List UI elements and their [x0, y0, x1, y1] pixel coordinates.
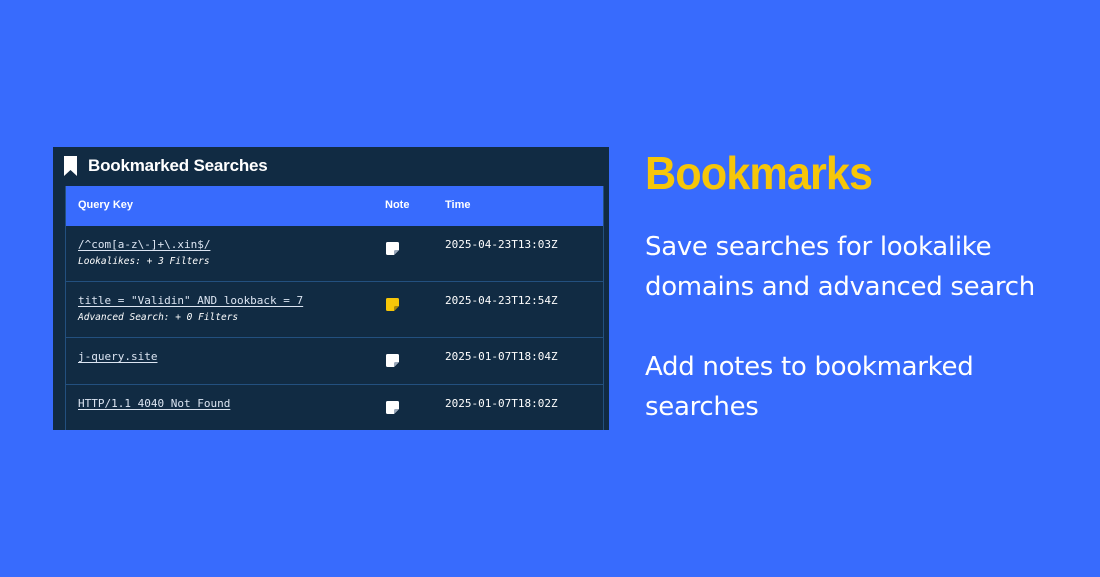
query-link[interactable]: /^com[a-z\-]+\.xin$/: [78, 238, 210, 251]
query-cell: title = "Validin" AND lookback = 7 Advan…: [78, 294, 303, 323]
time-cell: 2025-01-07T18:04Z: [445, 350, 558, 363]
table-row: title = "Validin" AND lookback = 7 Advan…: [66, 281, 603, 337]
panel-header: Bookmarked Searches: [53, 147, 609, 185]
note-icon[interactable]: [386, 240, 399, 255]
column-header-query-key: Query Key: [78, 199, 134, 211]
promo-heading: Bookmarks: [645, 147, 873, 199]
promo-line-save-searches: Save searches for lookalike domains and …: [645, 232, 1035, 302]
bookmark-icon: [64, 156, 77, 176]
panel-title: Bookmarked Searches: [88, 156, 268, 175]
query-cell: HTTP/1.1 4040 Not Found: [78, 397, 230, 410]
bookmarked-searches-panel: Bookmarked Searches Query Key Note Time …: [53, 147, 609, 430]
time-cell: 2025-04-23T13:03Z: [445, 238, 558, 251]
bookmarks-table: Query Key Note Time /^com[a-z\-]+\.xin$/…: [65, 186, 604, 430]
column-header-note: Note: [385, 199, 410, 211]
promo-text: Bookmarks Save searches for lookalike do…: [645, 142, 1085, 427]
time-cell: 2025-04-23T12:54Z: [445, 294, 558, 307]
table-row: j-query.site 2025-01-07T18:04Z: [66, 337, 603, 384]
time-cell: 2025-01-07T18:02Z: [445, 397, 558, 410]
table-header: Query Key Note Time: [66, 186, 603, 226]
query-link[interactable]: HTTP/1.1 4040 Not Found: [78, 397, 230, 410]
table-row: HTTP/1.1 4040 Not Found 2025-01-07T18:02…: [66, 384, 603, 430]
query-link[interactable]: j-query.site: [78, 350, 157, 363]
query-cell: /^com[a-z\-]+\.xin$/ Lookalikes: + 3 Fil…: [78, 238, 210, 267]
note-icon[interactable]: [386, 352, 399, 367]
query-cell: j-query.site: [78, 350, 157, 363]
table-body: /^com[a-z\-]+\.xin$/ Lookalikes: + 3 Fil…: [66, 226, 603, 430]
query-link[interactable]: title = "Validin" AND lookback = 7: [78, 294, 303, 307]
column-header-time: Time: [445, 199, 471, 211]
note-icon[interactable]: [386, 296, 399, 311]
promo-line-add-notes: Add notes to bookmarked searches: [645, 352, 974, 422]
query-filters: Lookalikes: + 3 Filters: [78, 256, 210, 267]
table-row: /^com[a-z\-]+\.xin$/ Lookalikes: + 3 Fil…: [66, 226, 603, 281]
query-filters: Advanced Search: + 0 Filters: [78, 312, 239, 323]
note-icon[interactable]: [386, 399, 399, 414]
